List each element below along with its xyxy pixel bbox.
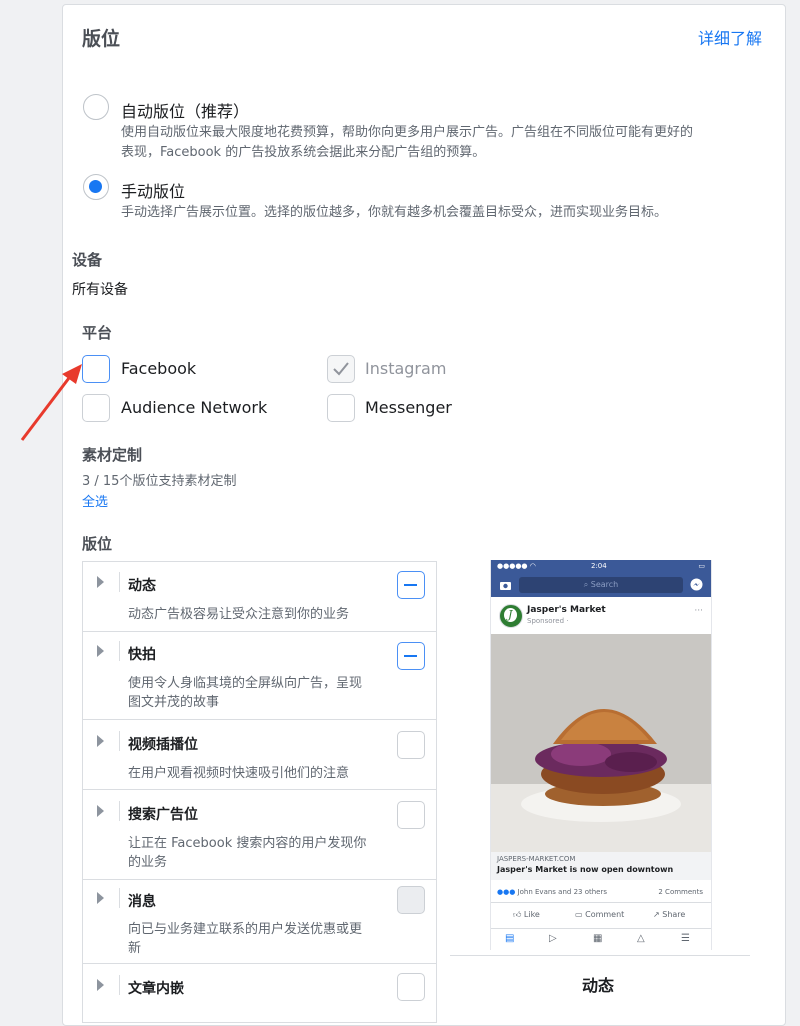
share-action: ↗ Share (653, 910, 686, 919)
placement-checkbox[interactable] (397, 731, 425, 759)
share-icon: ↗ (653, 910, 663, 919)
auto-placements-desc-2: 表现，Facebook 的广告投放系统会据此来分配广告组的预算。 (121, 145, 486, 160)
video-tab-icon: ▷ (549, 933, 557, 944)
link-title: Jasper's Market is now open downtown (497, 865, 674, 874)
status-bar: ●●●●● ◠ 2:04 ▭ (491, 560, 711, 573)
comments-count: 2 Comments (658, 888, 703, 896)
link-preview-bar: JASPERS-MARKET.COM Jasper's Market is no… (491, 852, 711, 880)
ad-image (491, 634, 711, 852)
facebook-label[interactable]: Facebook (121, 359, 196, 378)
placement-row-instream-video[interactable]: 视频插播位 在用户观看视频时快速吸引他们的注意 (83, 719, 436, 790)
battery-icon: ▭ (698, 562, 705, 570)
messenger-checkbox[interactable] (327, 394, 355, 422)
devices-value[interactable]: 所有设备 (72, 279, 128, 299)
manual-placements-desc: 手动选择广告展示位置。选择的版位越多，你就有越多机会覆盖目标受众，进而实现业务目… (121, 205, 668, 220)
placement-row-feeds[interactable]: 动态 动态广告极容易让受众注意到你的业务 (83, 562, 436, 632)
section-title: 版位 (82, 28, 121, 50)
placement-desc-1: 让正在 Facebook 搜索内容的用户发现你 (128, 836, 367, 851)
search-field: ⌕ Search (519, 577, 683, 593)
select-all-link[interactable]: 全选 (82, 491, 108, 510)
learn-more-link[interactable]: 详细了解 (698, 25, 762, 49)
more-options-icon: ··· (694, 606, 703, 616)
preview-caption: 动态 (582, 976, 615, 995)
comment-icon: ▭ (575, 910, 586, 919)
placement-row-instant-articles[interactable]: 文章内嵌 (83, 963, 436, 1022)
reactions-text: John Evans and 23 others (517, 888, 607, 896)
asset-customization-heading: 素材定制 (82, 446, 143, 464)
link-domain: JASPERS-MARKET.COM (497, 855, 576, 863)
reaction-icons: ●●● (497, 888, 516, 896)
placement-name: 搜索广告位 (128, 807, 198, 823)
expand-caret-icon[interactable] (97, 645, 104, 657)
page-logo-letter: J (508, 608, 513, 621)
messenger-icon (690, 578, 703, 591)
expand-caret-icon[interactable] (97, 979, 104, 991)
news-feed-tab-icon: ▤ (505, 933, 515, 944)
annotation-arrow-icon (20, 364, 82, 441)
placements-heading: 版位 (82, 535, 113, 553)
marketplace-tab-icon: ▦ (593, 933, 603, 944)
expand-caret-icon[interactable] (97, 735, 104, 747)
expand-caret-icon[interactable] (97, 576, 104, 588)
sponsored-label: Sponsored · (527, 617, 569, 625)
notifications-tab-icon: △ (637, 933, 645, 944)
expand-caret-icon[interactable] (97, 805, 104, 817)
search-icon: ⌕ (583, 580, 591, 589)
camera-icon (500, 582, 511, 590)
placement-checkbox[interactable] (397, 973, 425, 1001)
placement-desc-2: 图文并茂的故事 (128, 695, 220, 710)
expand-caret-icon[interactable] (97, 892, 104, 904)
status-time: 2:04 (591, 562, 607, 570)
placement-checkbox (397, 886, 425, 914)
placement-name: 消息 (128, 894, 156, 910)
placement-name: 文章内嵌 (128, 981, 184, 997)
auto-placements-radio[interactable] (83, 94, 109, 120)
search-placeholder: Search (590, 580, 619, 589)
facebook-top-bar: ⌕ Search (491, 573, 711, 597)
menu-tab-icon: ☰ (681, 933, 690, 944)
like-icon: 👍︎ (513, 910, 524, 919)
instagram-checkbox (327, 355, 355, 383)
messenger-label[interactable]: Messenger (365, 398, 452, 417)
devices-heading: 设备 (72, 251, 103, 269)
placement-name: 动态 (128, 578, 156, 594)
platforms-heading: 平台 (82, 324, 113, 342)
asset-customization-count: 3 / 15个版位支持素材定制 (82, 474, 237, 489)
bottom-tab-bar: ▤ ▷ ▦ △ ☰ (491, 928, 711, 950)
placement-row-search[interactable]: 搜索广告位 让正在 Facebook 搜索内容的用户发现你 的业务 (83, 789, 436, 880)
comment-action: ▭ Comment (575, 910, 625, 919)
placement-desc: 在用户观看视频时快速吸引他们的注意 (128, 766, 350, 781)
manual-placements-label[interactable]: 手动版位 (121, 178, 185, 202)
placement-desc-2: 的业务 (128, 855, 168, 870)
auto-placements-desc-1: 使用自动版位来最大限度地花费预算，帮助你向更多用户展示广告。广告组在不同版位可能… (121, 125, 694, 140)
instagram-label: Instagram (365, 359, 447, 378)
placement-name: 视频插播位 (128, 737, 198, 753)
auto-placements-label[interactable]: 自动版位（推荐） (121, 98, 249, 122)
audience-network-label[interactable]: Audience Network (121, 398, 267, 417)
placement-checkbox[interactable] (397, 571, 425, 599)
placement-desc-1: 向已与业务建立联系的用户发送优惠或更 (128, 922, 363, 937)
ad-preview-phone: ●●●●● ◠ 2:04 ▭ ⌕ Search J Jasper's Marke… (490, 560, 712, 950)
page-name: Jasper's Market (527, 605, 606, 615)
reactions-row: ●●● John Evans and 23 others (497, 888, 607, 896)
placement-desc-2: 新 (128, 941, 142, 956)
manual-placements-radio[interactable] (83, 174, 109, 200)
placement-row-stories[interactable]: 快拍 使用令人身临其境的全屏纵向广告，呈现 图文并茂的故事 (83, 631, 436, 720)
placement-desc-1: 使用令人身临其境的全屏纵向广告，呈现 (128, 676, 363, 691)
placement-checkbox[interactable] (397, 801, 425, 829)
placement-desc: 动态广告极容易让受众注意到你的业务 (128, 607, 350, 622)
signal-icon: ●●●●● ◠ (497, 562, 536, 570)
placement-name: 快拍 (128, 647, 156, 663)
page-avatar: J (499, 604, 523, 628)
placement-checkbox[interactable] (397, 642, 425, 670)
placements-list: 动态 动态广告极容易让受众注意到你的业务 快拍 使用令人身临其境的全屏纵向广告，… (82, 561, 437, 1023)
like-action: 👍︎ Like (513, 910, 540, 919)
check-icon (333, 362, 349, 376)
placement-row-messages[interactable]: 消息 向已与业务建立联系的用户发送优惠或更 新 (83, 879, 436, 964)
